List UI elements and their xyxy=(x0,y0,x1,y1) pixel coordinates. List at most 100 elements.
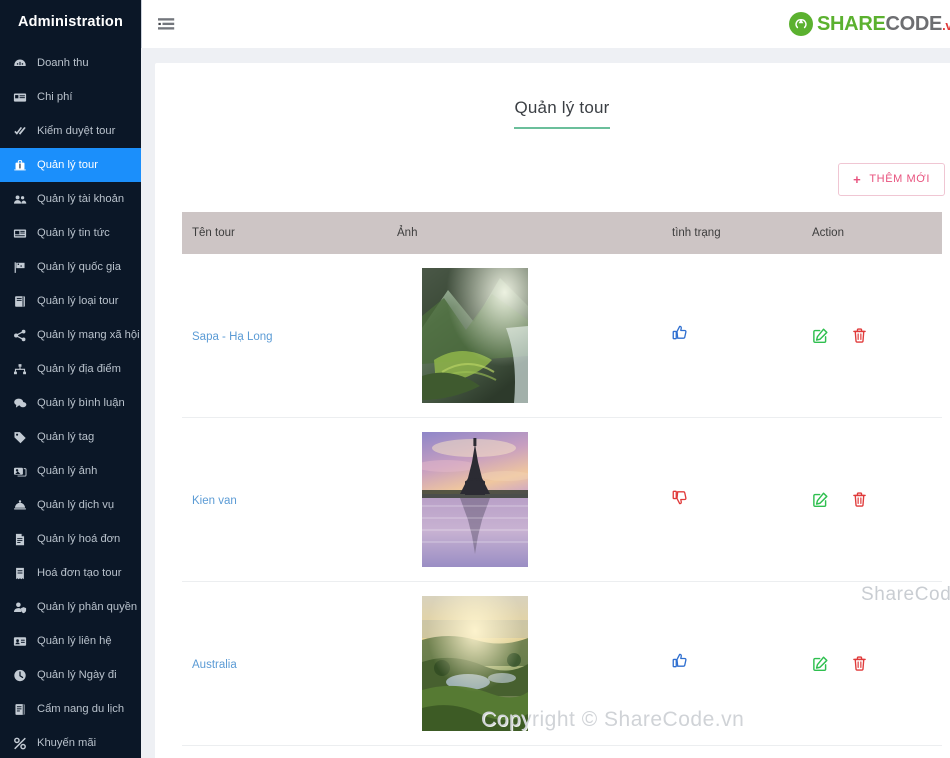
sidebar-item-5[interactable]: Quản lý tin tức xyxy=(0,216,141,250)
sidebar-item-16[interactable]: Quản lý phân quyền xyxy=(0,590,141,624)
cell-status xyxy=(662,581,802,747)
cell-action xyxy=(802,581,942,747)
content-card: Quản lý tour + THÊM MỚI Tên tour Ảnh tìn… xyxy=(155,63,950,758)
sidebar-item-label: Kiểm duyệt tour xyxy=(37,125,116,137)
trash-icon[interactable] xyxy=(851,655,868,672)
tour-table-body: Sapa - Hạ Long Kien van Australia xyxy=(182,253,942,758)
sidebar-item-label: Quản lý ảnh xyxy=(37,465,98,477)
sidebar-item-label: Hoá đơn tạo tour xyxy=(37,567,122,579)
concierge-icon xyxy=(13,498,30,512)
thumbs-down-icon[interactable] xyxy=(672,489,688,505)
sidebar-item-15[interactable]: Hoá đơn tạo tour xyxy=(0,556,141,590)
cell-status xyxy=(662,417,802,583)
sidebar-nav: Doanh thu Chi phí Kiểm duyệt tour Quản lý t… xyxy=(0,46,141,758)
add-new-button[interactable]: + THÊM MỚI xyxy=(838,162,945,196)
sidebar-item-1[interactable]: Chi phí xyxy=(0,80,141,114)
edit-icon[interactable] xyxy=(812,491,829,508)
luggage-icon xyxy=(13,158,30,172)
sidebar-item-2[interactable]: Kiểm duyệt tour xyxy=(0,114,141,148)
dashboard-icon xyxy=(13,56,30,70)
sidebar-item-9[interactable]: Quản lý địa điểm xyxy=(0,352,141,386)
tour-name-link[interactable]: Australia xyxy=(192,659,237,671)
thumbs-up-icon[interactable] xyxy=(672,653,688,669)
table-row: Australia xyxy=(182,581,942,747)
main-area: SHARECODE.vn Quản lý tour + THÊM MỚI xyxy=(141,0,950,758)
action-buttons xyxy=(812,491,942,508)
images-icon xyxy=(13,464,30,478)
sidebar-item-label: Quản lý phân quyền xyxy=(37,601,138,613)
tag-icon xyxy=(13,430,30,444)
comments-icon xyxy=(13,396,30,410)
edit-icon[interactable] xyxy=(812,655,829,672)
logo-text-vn: .vn xyxy=(942,18,950,33)
sidebar-item-label: Quản lý địa điểm xyxy=(37,363,121,375)
logo-text-code: CODE xyxy=(885,13,943,35)
tour-table-head: Tên tour Ảnh tình trạng Action xyxy=(182,211,942,254)
trash-icon[interactable] xyxy=(851,327,868,344)
edit-icon[interactable] xyxy=(812,327,829,344)
table-row: Sapa - Hạ Long xyxy=(182,253,942,419)
toolbar: + THÊM MỚI xyxy=(155,141,950,196)
sunrise-valley-photo xyxy=(422,596,528,732)
list-menu-icon[interactable] xyxy=(158,14,178,34)
sidebar-item-label: Doanh thu xyxy=(37,57,89,69)
sidebar-item-10[interactable]: Quản lý bình luận xyxy=(0,386,141,420)
cell-tour-name: Sapa - Hạ Long xyxy=(182,253,387,419)
sidebar-item-17[interactable]: Quản lý liên hệ xyxy=(0,624,141,658)
book-icon xyxy=(13,294,30,308)
invoice-icon xyxy=(13,532,30,546)
cell-tour-image xyxy=(387,417,662,583)
sidebar-item-7[interactable]: Quản lý loại tour xyxy=(0,284,141,318)
trash-icon[interactable] xyxy=(851,491,868,508)
sidebar-item-0[interactable]: Doanh thu xyxy=(0,46,141,80)
sidebar-item-label: Quản lý tour xyxy=(37,159,98,171)
sidebar-item-12[interactable]: Quản lý ảnh xyxy=(0,454,141,488)
cell-status xyxy=(662,253,802,419)
sidebar-item-4[interactable]: Quản lý tài khoản xyxy=(0,182,141,216)
sidebar-item-13[interactable]: Quản lý dịch vụ xyxy=(0,488,141,522)
cell-tour-image xyxy=(387,253,662,419)
rice-terraces-photo xyxy=(422,268,528,403)
flag-icon xyxy=(13,260,30,274)
sidebar-item-label: Quản lý tag xyxy=(37,431,95,443)
tour-name-link[interactable]: Sapa - Hạ Long xyxy=(192,331,273,343)
action-buttons xyxy=(812,655,942,672)
sidebar-item-label: Quản lý hoá đơn xyxy=(37,533,121,545)
sidebar-item-3[interactable]: Quản lý tour xyxy=(0,148,141,182)
sidebar-item-label: Quản lý tài khoản xyxy=(37,193,125,205)
sidebar-item-18[interactable]: Quản lý Ngày đi xyxy=(0,658,141,692)
sidebar-item-label: Quản lý quốc gia xyxy=(37,261,121,273)
sidebar-item-8[interactable]: Quản lý mạng xã hội xyxy=(0,318,141,352)
cell-tour-image xyxy=(387,581,662,747)
logo-text-share: SHARE xyxy=(817,13,886,35)
sidebar-item-19[interactable]: Cẩm nang du lịch xyxy=(0,692,141,726)
double-check-icon xyxy=(13,124,30,138)
sidebar-item-label: Quản lý loại tour xyxy=(37,295,119,307)
clock-icon xyxy=(13,668,30,682)
recycle-logo-icon xyxy=(789,12,813,36)
table-header-row: Tên tour Ảnh tình trạng Action xyxy=(182,211,942,254)
cell-tour-image xyxy=(387,745,662,758)
sidebar-item-6[interactable]: Quản lý quốc gia xyxy=(0,250,141,284)
cell-action xyxy=(802,417,942,583)
sidebar-item-label: Quản lý bình luận xyxy=(37,397,125,409)
sidebar-item-label: Chi phí xyxy=(37,91,73,103)
handbook-icon xyxy=(13,702,30,716)
card-icon xyxy=(13,90,30,104)
sidebar-item-14[interactable]: Quản lý hoá đơn xyxy=(0,522,141,556)
users-icon xyxy=(13,192,30,206)
sidebar-item-11[interactable]: Quản lý tag xyxy=(0,420,141,454)
page-title-wrapper: Quản lý tour xyxy=(155,63,950,141)
sidebar-item-label: Quản lý mạng xã hội xyxy=(37,329,140,341)
cell-tour-name xyxy=(182,745,387,758)
newspaper-icon xyxy=(13,226,30,240)
sidebar-item-20[interactable]: Khuyến mãi xyxy=(0,726,141,758)
action-buttons xyxy=(812,327,942,344)
sharecode-logo: SHARECODE.vn xyxy=(789,12,950,36)
cell-action xyxy=(802,253,942,419)
table-row: Kien van xyxy=(182,417,942,583)
sidebar-item-label: Quản lý dịch vụ xyxy=(37,499,115,511)
thumbs-up-icon[interactable] xyxy=(672,325,688,341)
tour-name-link[interactable]: Kien van xyxy=(192,495,237,507)
plus-icon: + xyxy=(853,171,862,187)
